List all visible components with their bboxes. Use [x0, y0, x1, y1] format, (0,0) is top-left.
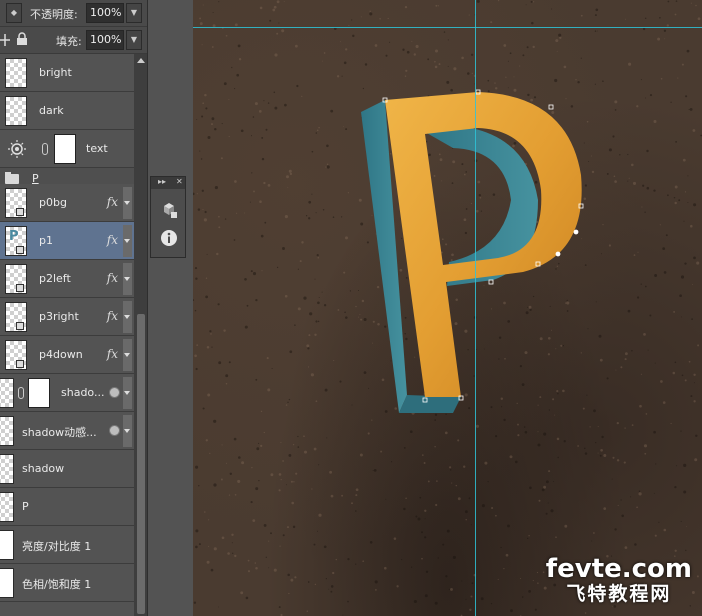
smart-filter-icon[interactable]: [109, 425, 120, 436]
layer-name: p4down: [39, 348, 83, 361]
smart-filter-icon[interactable]: [109, 387, 120, 398]
fx-icon[interactable]: fx: [107, 271, 118, 285]
opacity-input[interactable]: 100%: [86, 3, 124, 23]
layer-name: p0bg: [39, 196, 67, 209]
layers-scrollbar[interactable]: [134, 54, 147, 616]
effects-expand-icon[interactable]: [123, 339, 132, 371]
chain-link-icon[interactable]: [18, 387, 24, 399]
layer-thumbnail: [5, 58, 27, 88]
thumb-p-glyph: P: [9, 229, 19, 244]
smart-object-icon: [16, 208, 24, 216]
layer-p2left[interactable]: p2left fx: [0, 260, 134, 298]
layer-text[interactable]: text: [0, 130, 134, 168]
layer-list: bright dark text P p0bg fx P p1 fx p2lef…: [0, 54, 134, 616]
layer-thumbnail: P: [5, 226, 27, 256]
panel-collapse-icon[interactable]: ▸▸: [158, 177, 166, 186]
fx-icon[interactable]: fx: [107, 347, 118, 361]
layer-name: p2left: [39, 272, 71, 285]
layer-name: bright: [39, 66, 72, 79]
layer-name: P: [22, 500, 29, 513]
layer-name: 亮度/对比度 1: [22, 540, 92, 553]
layer-bright[interactable]: bright: [0, 54, 134, 92]
layer-shadow-blur[interactable]: shado...: [0, 374, 134, 412]
layer-shadow[interactable]: shadow: [0, 450, 134, 488]
panel-close-icon[interactable]: ✕: [176, 177, 183, 186]
effects-expand-icon[interactable]: [123, 301, 132, 333]
layer-name: 色相/饱和度 1: [22, 578, 92, 591]
layers-panel: ◆ 不透明度: 100% ▼ 填充: 100% ▼ bright dark te…: [0, 0, 148, 616]
layer-p4down[interactable]: p4down fx: [0, 336, 134, 374]
layer-name: p3right: [39, 310, 79, 323]
fill-label: 填充:: [56, 35, 82, 48]
layer-name: p1: [39, 234, 53, 247]
layer-thumbnail: [5, 340, 27, 370]
scroll-up-icon[interactable]: [137, 58, 145, 63]
scroll-thumb[interactable]: [137, 314, 145, 614]
fx-icon[interactable]: fx: [107, 309, 118, 323]
opacity-stepper-icon[interactable]: ◆: [6, 3, 22, 23]
fill-dropdown-icon[interactable]: ▼: [126, 30, 142, 50]
effects-expand-icon[interactable]: [123, 263, 132, 295]
lock-icon[interactable]: [16, 32, 28, 46]
opacity-label: 不透明度:: [30, 8, 78, 21]
layer-mask-thumbnail: [54, 134, 76, 164]
smart-object-icon: [16, 322, 24, 330]
watermark-site-name: 飞特教程网: [566, 583, 672, 605]
opacity-dropdown-icon[interactable]: ▼: [126, 3, 142, 23]
watermark-domain: fevte.com: [545, 554, 692, 584]
layer-name: shadow: [22, 462, 65, 475]
smart-object-icon: [16, 246, 24, 254]
layer-name: text: [86, 142, 108, 155]
fill-input[interactable]: 100%: [86, 30, 124, 50]
layer-hue-saturation[interactable]: 色相/饱和度 1: [0, 564, 134, 602]
layer-thumbnail: [0, 568, 14, 598]
fx-icon[interactable]: fx: [107, 233, 118, 247]
move-icon[interactable]: [0, 33, 10, 47]
layer-thumbnail: [0, 530, 14, 560]
layer-name: shadow动感...: [22, 426, 97, 439]
letter-p-artwork[interactable]: [193, 0, 702, 616]
opacity-row: ◆ 不透明度: 100% ▼: [0, 0, 147, 27]
layer-thumbnail: [0, 378, 14, 408]
layer-p3right[interactable]: p3right fx: [0, 298, 134, 336]
layer-name: dark: [39, 104, 64, 117]
layer-shadow-motion[interactable]: shadow动感...: [0, 412, 134, 450]
fx-icon[interactable]: fx: [107, 195, 118, 209]
p-bottom-side: [399, 395, 461, 413]
layer-p[interactable]: P: [0, 488, 134, 526]
layer-thumbnail: [5, 188, 27, 218]
horizontal-guide[interactable]: [193, 27, 702, 28]
layer-p0bg[interactable]: p0bg fx: [0, 184, 134, 222]
cube-3d-icon[interactable]: [160, 201, 178, 219]
vertical-guide[interactable]: [475, 0, 476, 616]
layer-thumbnail: [0, 416, 14, 446]
collapsed-panel-dock: ▸▸ ✕: [150, 176, 186, 258]
layer-thumbnail: [5, 302, 27, 332]
effects-expand-icon[interactable]: [123, 415, 132, 447]
effects-expand-icon[interactable]: [123, 377, 132, 409]
smart-object-icon: [16, 360, 24, 368]
layer-p1[interactable]: P p1 fx: [0, 222, 134, 260]
effects-expand-icon[interactable]: [123, 225, 132, 257]
watermark: fevte.com 飞特教程网: [546, 556, 692, 606]
fill-row: 填充: 100% ▼: [0, 27, 147, 54]
layer-thumbnail: [5, 96, 27, 126]
layer-thumbnail: [5, 264, 27, 294]
layer-mask-thumbnail: [28, 378, 50, 408]
chain-link-icon[interactable]: [42, 143, 48, 155]
brightness-adjustment-icon: [8, 140, 26, 158]
layer-thumbnail: [0, 492, 14, 522]
layer-dark[interactable]: dark: [0, 92, 134, 130]
info-icon[interactable]: [160, 229, 178, 247]
smart-object-icon: [16, 284, 24, 292]
layer-brightness-contrast[interactable]: 亮度/对比度 1: [0, 526, 134, 564]
effects-expand-icon[interactable]: [123, 187, 132, 219]
layer-thumbnail: [0, 454, 14, 484]
panel-titlebar: ▸▸ ✕: [151, 177, 185, 189]
folder-icon: [5, 172, 19, 184]
layer-name: shado...: [61, 386, 105, 399]
document-canvas[interactable]: fevte.com 飞特教程网: [193, 0, 702, 616]
